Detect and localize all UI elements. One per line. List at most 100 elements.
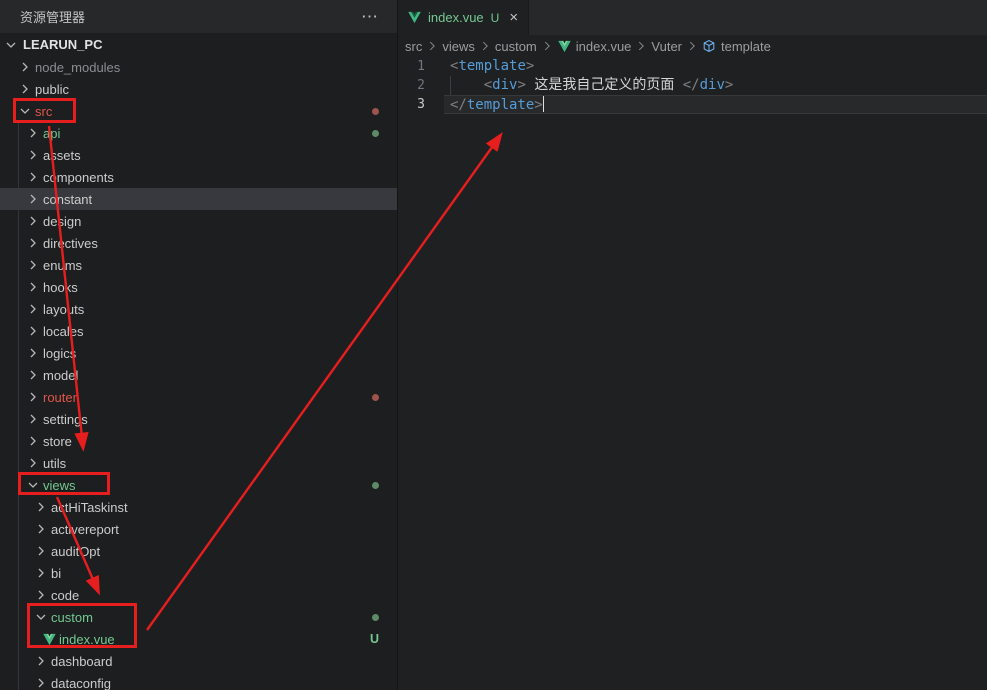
tree-item-model[interactable]: model — [0, 364, 397, 386]
breadcrumb-item-src[interactable]: src — [405, 39, 422, 54]
more-actions-icon[interactable]: ⋯ — [361, 12, 379, 22]
tree-item-label: auditOpt — [51, 544, 100, 559]
tree-item-locales[interactable]: locales — [0, 320, 397, 342]
chevron-right-icon[interactable] — [33, 543, 49, 559]
chevron-right-icon[interactable] — [17, 59, 33, 75]
breadcrumb-item-views[interactable]: views — [442, 39, 475, 54]
tree-item-label: code — [51, 588, 79, 603]
tree-item-public[interactable]: public — [0, 78, 397, 100]
git-status-letter: U — [370, 632, 379, 646]
tree-item-label: actHiTaskinst — [51, 500, 128, 515]
chevron-right-icon — [685, 39, 699, 53]
breadcrumb-item-Vuter[interactable]: Vuter — [651, 39, 682, 54]
tree-item-bi[interactable]: bi — [0, 562, 397, 584]
tree-item-activereport[interactable]: activereport — [0, 518, 397, 540]
code-line-3[interactable]: 3</template> — [398, 95, 987, 114]
chevron-right-icon[interactable] — [25, 389, 41, 405]
chevron-right-icon — [478, 39, 492, 53]
tree-item-label: settings — [43, 412, 88, 427]
chevron-right-icon[interactable] — [25, 191, 41, 207]
chevron-right-icon[interactable] — [25, 345, 41, 361]
vue-icon — [407, 10, 422, 25]
tree-root-learun-pc[interactable]: LEARUN_PC — [0, 33, 397, 56]
red-dot-icon — [372, 108, 379, 115]
tree-item-logics[interactable]: logics — [0, 342, 397, 364]
tree-item-settings[interactable]: settings — [0, 408, 397, 430]
close-icon[interactable]: × — [509, 10, 518, 25]
tree-item-label: node_modules — [35, 60, 120, 75]
root-label: LEARUN_PC — [23, 37, 102, 52]
chevron-right-icon[interactable] — [25, 411, 41, 427]
tree-item-label: bi — [51, 566, 61, 581]
explorer-title: 资源管理器 — [20, 7, 85, 26]
tree-item-label: store — [43, 434, 72, 449]
line-number: 1 — [398, 57, 444, 76]
symbol-template-icon — [702, 39, 717, 54]
text-cursor — [543, 96, 545, 112]
code-line-2[interactable]: 2 <div> 这是我自己定义的页面 </div> — [398, 76, 987, 95]
tree-item-layouts[interactable]: layouts — [0, 298, 397, 320]
tree-item-router[interactable]: router — [0, 386, 397, 408]
chevron-right-icon[interactable] — [25, 257, 41, 273]
tree-item-dataconfig[interactable]: dataconfig — [0, 672, 397, 690]
chevron-right-icon[interactable] — [33, 499, 49, 515]
git-untracked-badge: U — [370, 628, 379, 650]
chevron-right-icon[interactable] — [33, 565, 49, 581]
code-line-1[interactable]: 1<template> — [398, 57, 987, 76]
tree-item-label: directives — [43, 236, 98, 251]
code-editor[interactable]: 1<template>2 <div> 这是我自己定义的页面 </div>3</t… — [398, 57, 987, 114]
tree-item-label: hooks — [43, 280, 78, 295]
chevron-right-icon[interactable] — [25, 125, 41, 141]
tree-item-constant[interactable]: constant — [0, 188, 397, 210]
breadcrumb-label: custom — [495, 39, 537, 54]
tree-item-node_modules[interactable]: node_modules — [0, 56, 397, 78]
breadcrumb-label: index.vue — [576, 39, 632, 54]
code-line-content: </template> — [444, 95, 987, 114]
tree-item-dashboard[interactable]: dashboard — [0, 650, 397, 672]
tree-item-store[interactable]: store — [0, 430, 397, 452]
tree-item-enums[interactable]: enums — [0, 254, 397, 276]
tree-item-label: model — [43, 368, 78, 383]
tree-item-label: activereport — [51, 522, 119, 537]
chevron-right-icon[interactable] — [25, 301, 41, 317]
chevron-right-icon[interactable] — [25, 147, 41, 163]
chevron-right-icon[interactable] — [25, 367, 41, 383]
chevron-right-icon[interactable] — [25, 235, 41, 251]
breadcrumb: src views custom index.vue Vuter template — [398, 35, 987, 57]
line-number: 2 — [398, 76, 444, 95]
tree-item-design[interactable]: design — [0, 210, 397, 232]
vue-icon — [557, 39, 572, 54]
tree-item-label: constant — [43, 192, 92, 207]
annotation-box-views — [18, 472, 110, 495]
tree-item-directives[interactable]: directives — [0, 232, 397, 254]
chevron-down-icon[interactable] — [3, 37, 19, 53]
chevron-right-icon[interactable] — [33, 521, 49, 537]
tree-item-label: dataconfig — [51, 676, 111, 690]
chevron-right-icon[interactable] — [17, 81, 33, 97]
chevron-right-icon[interactable] — [33, 675, 49, 690]
chevron-right-icon[interactable] — [25, 323, 41, 339]
tab-index-vue[interactable]: index.vue U × — [398, 0, 529, 35]
tree-item-auditOpt[interactable]: auditOpt — [0, 540, 397, 562]
tree-item-components[interactable]: components — [0, 166, 397, 188]
tree-item-api[interactable]: api — [0, 122, 397, 144]
annotation-box-custom-index — [27, 603, 137, 648]
tree-item-hooks[interactable]: hooks — [0, 276, 397, 298]
tree-item-assets[interactable]: assets — [0, 144, 397, 166]
breadcrumb-item-index-vue[interactable]: index.vue — [557, 39, 632, 54]
tree-item-label: logics — [43, 346, 76, 361]
tree-item-actHiTaskinst[interactable]: actHiTaskinst — [0, 496, 397, 518]
breadcrumb-item-template[interactable]: template — [702, 39, 771, 54]
chevron-right-icon[interactable] — [25, 433, 41, 449]
code-line-content: <div> 这是我自己定义的页面 </div> — [444, 76, 987, 95]
breadcrumb-item-custom[interactable]: custom — [495, 39, 537, 54]
chevron-right-icon[interactable] — [25, 169, 41, 185]
chevron-right-icon[interactable] — [25, 213, 41, 229]
chevron-right-icon — [425, 39, 439, 53]
chevron-right-icon[interactable] — [25, 279, 41, 295]
chevron-right-icon[interactable] — [33, 587, 49, 603]
tree-item-utils[interactable]: utils — [0, 452, 397, 474]
chevron-right-icon[interactable] — [25, 455, 41, 471]
chevron-right-icon[interactable] — [33, 653, 49, 669]
git-status-dot — [372, 100, 379, 122]
